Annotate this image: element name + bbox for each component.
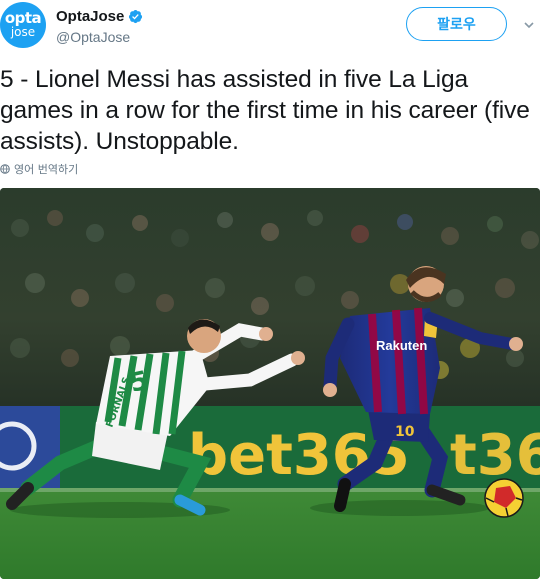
tweet-header: opta jose OptaJose @OptaJose 팔로우 xyxy=(0,0,540,58)
avatar-text-opta: opta xyxy=(4,9,42,27)
follow-button[interactable]: 팔로우 xyxy=(406,7,507,41)
match-photo-illustration: bet365 t36 5 FORNALS 10 Rakuten xyxy=(0,188,540,579)
user-names: OptaJose @OptaJose xyxy=(56,6,143,45)
user-handle[interactable]: @OptaJose xyxy=(56,29,143,45)
display-name-row: OptaJose xyxy=(56,6,143,26)
football xyxy=(484,478,524,518)
translate-tweet-link[interactable]: 영어 번역하기 xyxy=(0,161,78,177)
opta-avatar-icon[interactable]: opta jose xyxy=(0,2,46,48)
chevron-down-icon[interactable] xyxy=(524,20,534,30)
barca-shirt-sponsor: Rakuten xyxy=(376,338,427,353)
translate-label: 영어 번역하기 xyxy=(14,163,79,176)
tweet: opta jose OptaJose @OptaJose 팔로우 5 - Lio… xyxy=(0,0,540,579)
tweet-text: 5 - Lionel Messi has assisted in five La… xyxy=(0,66,530,155)
tweet-photo[interactable]: bet365 t36 5 FORNALS 10 Rakuten xyxy=(0,188,540,579)
display-name[interactable]: OptaJose xyxy=(56,8,124,25)
svg-text:t36: t36 xyxy=(450,423,540,488)
avatar-text-jose: jose xyxy=(10,25,36,39)
verified-badge-icon xyxy=(129,9,143,23)
globe-icon xyxy=(0,164,10,174)
barca-shorts-number: 10 xyxy=(395,424,415,440)
